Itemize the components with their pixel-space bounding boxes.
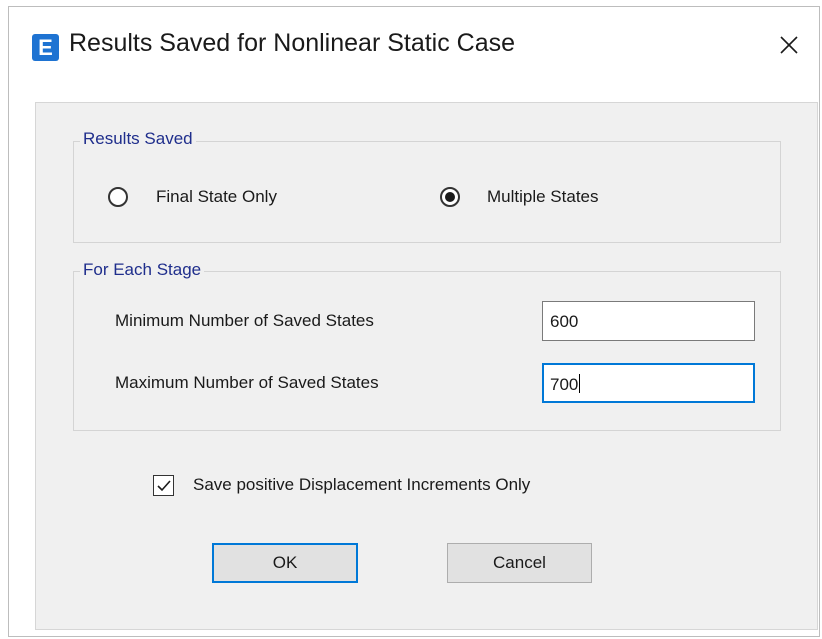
dialog-title: Results Saved for Nonlinear Static Case [69, 29, 516, 57]
close-icon [780, 36, 798, 54]
close-button[interactable] [759, 23, 819, 67]
dialog-window: E Results Saved for Nonlinear Static Cas… [8, 6, 820, 637]
min-saved-states-label: Minimum Number of Saved States [115, 311, 374, 330]
multiple-states-label[interactable]: Multiple States [487, 187, 599, 207]
final-state-only-radio[interactable] [108, 187, 128, 207]
cancel-button[interactable]: Cancel [447, 543, 592, 583]
dialog-body: Results Saved Final State Only Multiple … [35, 102, 818, 630]
ok-button[interactable]: OK [212, 543, 358, 583]
max-saved-states-value: 700 [550, 375, 579, 394]
for-each-stage-group [73, 271, 781, 431]
text-caret [579, 374, 581, 393]
for-each-stage-group-label: For Each Stage [80, 260, 205, 280]
save-positive-checkbox[interactable] [153, 475, 174, 496]
app-icon: E [32, 34, 59, 61]
radio-selected-dot [445, 192, 455, 202]
max-saved-states-label: Maximum Number of Saved States [115, 373, 379, 392]
title-bar[interactable]: E Results Saved for Nonlinear Static Cas… [9, 7, 819, 85]
final-state-only-label[interactable]: Final State Only [156, 187, 277, 207]
results-saved-group-label: Results Saved [80, 129, 196, 149]
min-saved-states-value: 600 [550, 312, 579, 331]
save-positive-label[interactable]: Save positive Displacement Increments On… [193, 475, 530, 495]
min-saved-states-input[interactable]: 600 [542, 301, 755, 341]
checkmark-icon [157, 480, 171, 492]
multiple-states-radio[interactable] [440, 187, 460, 207]
max-saved-states-input[interactable]: 700 [542, 363, 755, 403]
